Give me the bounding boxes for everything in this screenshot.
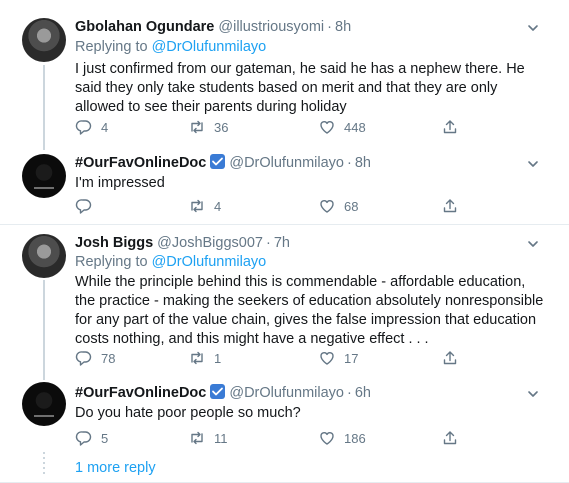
reply-icon bbox=[75, 351, 92, 366]
retweet-count: 4 bbox=[214, 198, 222, 214]
verified-badge-icon bbox=[210, 384, 226, 399]
user-handle[interactable]: @DrOlufunmilayo bbox=[229, 385, 344, 401]
reply-button[interactable]: 4 bbox=[75, 117, 108, 137]
thread-line bbox=[43, 65, 45, 150]
tweet-header: Gbolahan Ogundare @illustriousyomi · 8h bbox=[75, 19, 352, 35]
caret-down-icon[interactable] bbox=[527, 238, 539, 250]
share-icon bbox=[443, 431, 457, 445]
replying-to: Replying to @DrOlufunmilayo bbox=[75, 254, 267, 270]
share-button[interactable] bbox=[441, 196, 459, 216]
retweet-icon bbox=[191, 431, 203, 445]
reply-count: 78 bbox=[101, 350, 116, 366]
like-count: 186 bbox=[344, 430, 366, 446]
like-button[interactable]: 17 bbox=[318, 348, 358, 368]
display-name[interactable]: Gbolahan Ogundare bbox=[75, 19, 214, 35]
retweet-button[interactable]: 36 bbox=[188, 117, 228, 137]
share-button[interactable] bbox=[441, 428, 459, 448]
caret-down-icon[interactable] bbox=[527, 158, 539, 170]
tweet-text: Do you hate poor people so much? bbox=[75, 405, 301, 421]
tweet[interactable]: #OurFavOnlineDoc @DrOlufunmilayo · 6h Do yo… bbox=[0, 377, 569, 453]
tweet-header: #OurFavOnlineDoc @DrOlufunmilayo · 8h bbox=[75, 154, 371, 171]
like-count: 448 bbox=[344, 119, 366, 135]
tweet-actions: 5 11 186 bbox=[75, 428, 475, 448]
like-button[interactable]: 448 bbox=[318, 117, 366, 137]
timestamp[interactable]: 7h bbox=[274, 235, 290, 251]
retweet-button[interactable]: 11 bbox=[188, 428, 228, 448]
tweet-text: I'm impressed bbox=[75, 175, 165, 191]
tweet[interactable]: Josh Biggs @JoshBiggs007 · 7h Replying to @… bbox=[0, 225, 569, 377]
like-button[interactable]: 186 bbox=[318, 428, 366, 448]
timestamp[interactable]: 8h bbox=[335, 19, 351, 35]
verified-badge-icon bbox=[210, 154, 226, 169]
like-count: 68 bbox=[344, 198, 359, 214]
like-icon bbox=[320, 121, 334, 134]
timestamp[interactable]: 8h bbox=[355, 155, 371, 171]
timestamp[interactable]: 6h bbox=[355, 385, 371, 401]
reply-count: 4 bbox=[101, 119, 109, 135]
like-button[interactable]: 68 bbox=[318, 196, 358, 216]
user-handle[interactable]: @illustriousyomi bbox=[218, 19, 324, 35]
tweet-header: Josh Biggs @JoshBiggs007 · 7h bbox=[75, 235, 290, 251]
like-icon bbox=[320, 352, 334, 365]
mention-link[interactable]: @DrOlufunmilayo bbox=[152, 254, 267, 270]
like-icon bbox=[320, 200, 334, 213]
share-button[interactable] bbox=[441, 348, 459, 368]
user-handle[interactable]: @DrOlufunmilayo bbox=[229, 155, 344, 171]
avatar[interactable] bbox=[22, 234, 66, 278]
avatar[interactable] bbox=[22, 154, 66, 198]
reply-button[interactable] bbox=[75, 196, 101, 216]
share-button[interactable] bbox=[441, 117, 459, 137]
tweet-actions: 4 36 448 bbox=[75, 117, 475, 137]
tweet-text: While the principle behind this is comme… bbox=[75, 274, 544, 347]
reply-icon bbox=[75, 431, 92, 446]
caret-down-icon[interactable] bbox=[527, 22, 539, 34]
mention-link[interactable]: @DrOlufunmilayo bbox=[152, 39, 267, 55]
tweet-actions: 4 68 bbox=[75, 196, 475, 216]
share-icon bbox=[443, 351, 457, 365]
display-name[interactable]: #OurFavOnlineDoc bbox=[75, 385, 206, 401]
replying-to: Replying to @DrOlufunmilayo bbox=[75, 39, 267, 55]
share-icon bbox=[443, 199, 457, 213]
tweet[interactable]: #OurFavOnlineDoc @DrOlufunmilayo · 8h I'm i… bbox=[0, 146, 569, 224]
reply-button[interactable]: 5 bbox=[75, 428, 108, 448]
retweet-icon bbox=[191, 351, 203, 365]
user-handle[interactable]: @JoshBiggs007 bbox=[157, 235, 263, 251]
retweet-count: 11 bbox=[214, 430, 228, 446]
retweet-button[interactable]: 4 bbox=[188, 196, 221, 216]
tweet-actions: 78 1 17 bbox=[75, 348, 475, 368]
avatar[interactable] bbox=[22, 382, 66, 426]
caret-down-icon[interactable] bbox=[527, 388, 539, 400]
avatar[interactable] bbox=[22, 18, 66, 62]
retweet-icon bbox=[191, 199, 203, 213]
tweet-header: #OurFavOnlineDoc @DrOlufunmilayo · 6h bbox=[75, 384, 371, 401]
more-replies-link[interactable]: 1 more reply bbox=[75, 460, 156, 476]
display-name[interactable]: #OurFavOnlineDoc bbox=[75, 155, 206, 171]
tweet-text: I just confirmed from our gateman, he sa… bbox=[75, 61, 525, 115]
reply-icon bbox=[75, 120, 92, 135]
display-name[interactable]: Josh Biggs bbox=[75, 235, 153, 251]
reply-count: 5 bbox=[101, 430, 109, 446]
retweet-count: 1 bbox=[214, 350, 222, 366]
thread-line bbox=[43, 280, 45, 380]
retweet-count: 36 bbox=[214, 119, 229, 135]
share-icon bbox=[443, 120, 457, 134]
retweet-button[interactable]: 1 bbox=[188, 348, 221, 368]
more-replies-dots bbox=[43, 452, 45, 477]
like-icon bbox=[320, 432, 334, 445]
retweet-icon bbox=[191, 120, 203, 134]
like-count: 17 bbox=[344, 350, 359, 366]
reply-button[interactable]: 78 bbox=[75, 348, 115, 368]
tweet[interactable]: Gbolahan Ogundare @illustriousyomi · 8h Rep… bbox=[0, 0, 569, 146]
reply-icon bbox=[75, 199, 92, 214]
